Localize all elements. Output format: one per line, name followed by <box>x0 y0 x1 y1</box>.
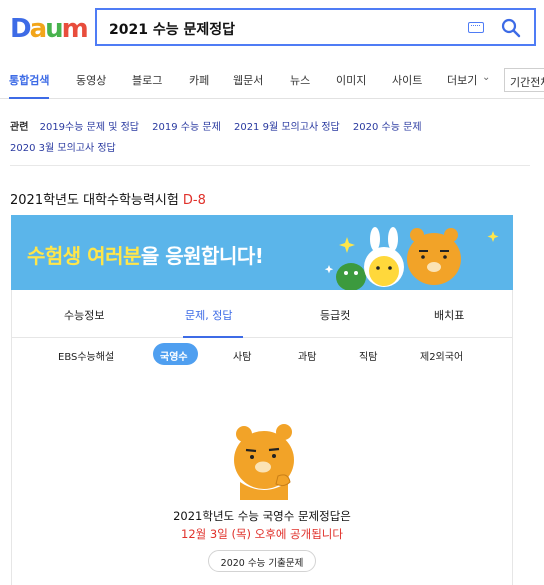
daum-logo[interactable]: D a u m <box>10 14 89 44</box>
tab-news[interactable]: 뉴스 <box>290 72 310 88</box>
ryan-eye <box>443 255 447 259</box>
tab-grade-cut[interactable]: 등급컷 <box>320 307 350 323</box>
subject-science[interactable]: 과탐 <box>298 348 316 363</box>
ryan-character <box>407 233 461 285</box>
related-label: 관련 <box>10 122 29 133</box>
dino-eye <box>354 271 358 275</box>
subject-kor-eng-math[interactable]: 국영수 <box>160 348 188 363</box>
tab-cafe[interactable]: 카페 <box>189 72 209 88</box>
related-link[interactable]: 2020 3월 모의고사 정답 <box>10 143 116 154</box>
header: D a u m 2021 수능 문제정답 <box>0 0 544 62</box>
tab-more[interactable]: 더보기 <box>447 72 477 88</box>
tab-csat-info[interactable]: 수능정보 <box>64 307 104 323</box>
sparkle-icon <box>339 237 355 253</box>
tab-webdoc[interactable]: 웹문서 <box>233 72 263 88</box>
subject-second-lang[interactable]: 제2외국어 <box>420 348 463 363</box>
related-searches: 관련 2019수능 문제 및 정답 2019 수능 문제 2021 9월 모의고… <box>10 117 530 159</box>
ryan-brow <box>245 448 257 453</box>
subject-social[interactable]: 사탐 <box>233 348 251 363</box>
past-exam-button[interactable]: 2020 수능 기출문제 <box>208 550 316 572</box>
sparkle-icon <box>324 265 334 274</box>
tab-questions-answers[interactable]: 문제, 정답 <box>185 307 232 323</box>
dino-eye <box>344 271 348 275</box>
logo-letter-u: u <box>45 14 63 44</box>
dino-character <box>336 263 366 290</box>
notice-line-1: 2021학년도 수능 국영수 문제정답은 <box>173 509 351 523</box>
search-input[interactable]: 2021 수능 문제정답 <box>109 19 235 39</box>
cheer-banner: 수험생 여러분을 응원합니다! <box>11 215 513 290</box>
ryan-muzzle <box>427 262 441 272</box>
kakao-friends-illustration <box>324 227 499 290</box>
search-box[interactable]: 2021 수능 문제정답 <box>95 8 536 46</box>
bunny-eye <box>376 266 380 270</box>
tab-blog[interactable]: 블로그 <box>132 72 162 88</box>
logo-letter-d: D <box>10 14 32 44</box>
ryan-brow <box>268 447 280 452</box>
search-tabs: 통합검색 동영상 블로그 카페 웹문서 뉴스 이미지 사이트 더보기 <box>0 62 544 99</box>
tab-placement[interactable]: 배치표 <box>434 307 464 323</box>
notice-line-2: 12월 3일 (목) 오후에 공개됩니다 <box>181 527 343 541</box>
csat-title: 2021학년도 대학수학능력시험 D-8 <box>10 189 206 208</box>
keyboard-icon[interactable] <box>468 22 484 33</box>
sparkle-icon <box>487 231 499 242</box>
bunny-eye <box>388 266 392 270</box>
active-tab-indicator <box>9 97 49 99</box>
ryan-muzzle <box>255 461 271 473</box>
subject-filter: EBS수능해설 국영수 사탐 과탐 직탐 제2외국어 <box>11 338 513 374</box>
related-link[interactable]: 2021 9월 모의고사 정답 <box>234 122 340 133</box>
dday-badge: D-8 <box>182 193 206 208</box>
bunny-ear <box>388 227 398 251</box>
subject-ebs[interactable]: EBS수능해설 <box>58 348 114 363</box>
bunny-face <box>369 256 399 286</box>
tab-video[interactable]: 동영상 <box>76 72 106 88</box>
logo-letter-a: a <box>29 14 47 44</box>
search-icon[interactable] <box>500 17 522 39</box>
divider <box>10 165 530 166</box>
ryan-eye <box>250 455 254 459</box>
tab-all[interactable]: 통합검색 <box>9 72 49 88</box>
period-filter[interactable]: 기간전체 <box>504 68 544 92</box>
subject-vocational[interactable]: 직탐 <box>359 348 377 363</box>
tab-site[interactable]: 사이트 <box>392 72 422 88</box>
release-notice: 2021학년도 수능 국영수 문제정답은 12월 3일 (목) 오후에 공개됩니… <box>11 507 513 543</box>
bunny-ear <box>370 227 380 251</box>
ryan-eye <box>421 255 425 259</box>
related-link[interactable]: 2019수능 문제 및 정답 <box>40 122 139 133</box>
chevron-down-icon[interactable]: ⌄ <box>482 72 490 83</box>
csat-title-text: 2021학년도 대학수학능력시험 <box>10 193 179 208</box>
related-link[interactable]: 2020 수능 문제 <box>353 122 422 133</box>
ryan-eye <box>272 454 276 458</box>
csat-sub-tabs: 수능정보 문제, 정답 등급컷 배치표 <box>11 290 513 338</box>
tab-image[interactable]: 이미지 <box>336 72 366 88</box>
ryan-thinking-illustration <box>234 424 294 500</box>
related-link[interactable]: 2019 수능 문제 <box>152 122 221 133</box>
logo-letter-m: m <box>61 14 89 44</box>
ryan-hand <box>275 474 291 487</box>
